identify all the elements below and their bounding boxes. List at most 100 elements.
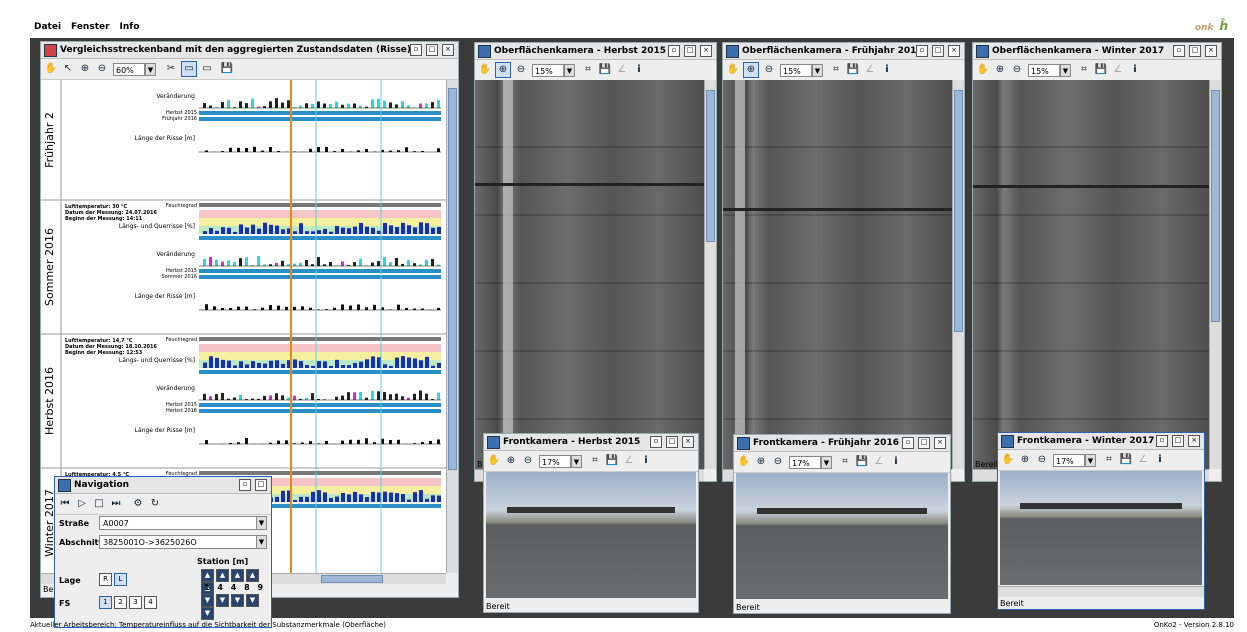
restore-icon[interactable]: ▫ <box>650 436 662 448</box>
arrow-down-icon[interactable]: ▼ <box>216 594 229 607</box>
zoom-in-icon[interactable]: ⊕ <box>495 62 511 78</box>
chevron-down-icon[interactable]: ▼ <box>1060 63 1071 77</box>
measure-icon[interactable]: ∠ <box>863 63 877 77</box>
close-icon[interactable]: × <box>442 44 454 56</box>
chevron-down-icon[interactable]: ▼ <box>1085 453 1096 467</box>
surface-image[interactable] <box>723 80 952 469</box>
skip-back-icon[interactable]: ⏮ <box>58 497 72 511</box>
close-icon[interactable]: × <box>1188 435 1200 447</box>
surface-vertical-scrollbar[interactable] <box>952 80 964 469</box>
lage-r-button[interactable]: R <box>99 573 112 586</box>
menu-info[interactable]: Info <box>120 22 140 32</box>
maximize-icon[interactable]: □ <box>918 437 930 449</box>
surface-titlebar[interactable]: Oberflächenkamera - Herbst 2015 ▫ □ × <box>475 43 716 60</box>
abschnitt-select[interactable]: 3825001O->3625026O <box>99 535 259 549</box>
measure-icon[interactable]: ∠ <box>622 454 636 468</box>
stop-icon[interactable]: □ <box>92 497 106 511</box>
fit-icon[interactable]: ⌗ <box>1077 63 1091 77</box>
info-icon[interactable]: i <box>1153 453 1167 467</box>
scrollbar-thumb[interactable] <box>954 90 963 332</box>
zoom-field[interactable]: 17% <box>789 455 821 469</box>
pointer-icon[interactable]: ↖ <box>61 62 75 76</box>
fit-icon[interactable]: ⌗ <box>588 454 602 468</box>
zoom-in-icon[interactable]: ⊕ <box>78 62 92 76</box>
chart-vertical-scrollbar[interactable] <box>446 80 458 573</box>
front-image[interactable] <box>486 472 696 598</box>
lage-l-button[interactable]: L <box>114 573 127 586</box>
hand-icon[interactable]: ✋ <box>976 63 990 77</box>
zoom-field[interactable]: 15% <box>1028 63 1060 77</box>
surface-titlebar[interactable]: Oberflächenkamera - Frühjahr 2016 ▫ □ × <box>723 43 964 60</box>
zoom-field[interactable]: 15% <box>532 63 564 77</box>
strasse-select[interactable]: A0007 <box>99 516 259 530</box>
restore-icon[interactable]: ▫ <box>239 479 251 491</box>
chevron-down-icon[interactable]: ▼ <box>256 516 267 530</box>
hand-icon[interactable]: ✋ <box>1001 453 1015 467</box>
fit-icon[interactable]: ⌗ <box>1102 453 1116 467</box>
maximize-icon[interactable]: □ <box>932 45 944 57</box>
skip-forward-icon[interactable]: ⏭ <box>109 497 123 511</box>
front-titlebar[interactable]: Frontkamera - Frühjahr 2016 ▫ □ × <box>734 435 950 452</box>
restore-icon[interactable]: ▫ <box>668 45 680 57</box>
hand-icon[interactable]: ✋ <box>44 62 58 76</box>
arrow-up-icon[interactable]: ▲ <box>246 569 259 582</box>
arrow-down-icon[interactable]: ▼ <box>201 594 214 607</box>
close-icon[interactable]: × <box>948 45 960 57</box>
zoom-out-icon[interactable]: ⊖ <box>771 455 785 469</box>
zoom-field[interactable]: 17% <box>539 454 571 468</box>
fs-1-button[interactable]: 1 <box>99 596 112 609</box>
zoom-out-icon[interactable]: ⊖ <box>1010 63 1024 77</box>
arrow-down-icon[interactable]: ▼ <box>231 594 244 607</box>
maximize-icon[interactable]: □ <box>666 436 678 448</box>
chevron-down-icon[interactable]: ▼ <box>571 454 582 468</box>
arrow-down-icon[interactable]: ▼ <box>246 594 259 607</box>
menu-datei[interactable]: Datei <box>34 22 61 32</box>
info-icon[interactable]: i <box>880 63 894 77</box>
play-icon[interactable]: ▷ <box>75 497 89 511</box>
hand-icon[interactable]: ✋ <box>487 454 501 468</box>
settings-icon[interactable]: ⚙ <box>131 497 145 511</box>
refresh-icon[interactable]: ↻ <box>148 497 162 511</box>
arrow-up-icon[interactable]: ▲ <box>201 569 214 582</box>
front-image[interactable] <box>736 473 948 599</box>
surface-image[interactable] <box>475 80 704 469</box>
zoom-out-icon[interactable]: ⊖ <box>762 63 776 77</box>
chevron-down-icon[interactable]: ▼ <box>145 62 156 76</box>
info-icon[interactable]: i <box>1128 63 1142 77</box>
surface-image[interactable] <box>973 80 1209 469</box>
hand-icon[interactable]: ✋ <box>478 63 492 77</box>
layout-icon[interactable]: ▭ <box>181 61 197 77</box>
save-icon[interactable]: 💾 <box>846 63 860 77</box>
measure-icon[interactable]: ∠ <box>872 455 886 469</box>
maximize-icon[interactable]: □ <box>1189 45 1201 57</box>
scrollbar-thumb[interactable] <box>706 90 715 242</box>
surface-vertical-scrollbar[interactable] <box>704 80 716 469</box>
save-icon[interactable]: 💾 <box>220 62 234 76</box>
zoom-field[interactable]: 60% <box>113 62 145 76</box>
info-icon[interactable]: i <box>889 455 903 469</box>
fs-3-button[interactable]: 3 <box>129 596 142 609</box>
fit-icon[interactable]: ⌗ <box>838 455 852 469</box>
zoom-in-icon[interactable]: ⊕ <box>1018 453 1032 467</box>
zoom-field[interactable]: 15% <box>780 63 812 77</box>
zoom-out-icon[interactable]: ⊖ <box>514 63 528 77</box>
zoom-out-icon[interactable]: ⊖ <box>95 62 109 76</box>
zoom-in-icon[interactable]: ⊕ <box>504 454 518 468</box>
maximize-icon[interactable]: □ <box>1172 435 1184 447</box>
close-icon[interactable]: × <box>682 436 694 448</box>
navigation-titlebar[interactable]: Navigation ▫ □ <box>55 477 271 494</box>
save-icon[interactable]: 💾 <box>1119 453 1133 467</box>
save-icon[interactable]: 💾 <box>855 455 869 469</box>
fs-2-button[interactable]: 2 <box>114 596 127 609</box>
zoom-out-icon[interactable]: ⊖ <box>1035 453 1049 467</box>
scrollbar-thumb[interactable] <box>321 575 383 583</box>
fit-icon[interactable]: ⌗ <box>581 63 595 77</box>
scrollbar-thumb[interactable] <box>1211 90 1220 322</box>
maximize-icon[interactable]: □ <box>684 45 696 57</box>
save-icon[interactable]: 💾 <box>605 454 619 468</box>
chart-window-titlebar[interactable]: Vergleichsstreckenband mit den aggregier… <box>41 42 458 59</box>
arrow-up-icon[interactable]: ▲ <box>231 569 244 582</box>
close-icon[interactable]: × <box>934 437 946 449</box>
front-titlebar[interactable]: Frontkamera - Herbst 2015 ▫ □ × <box>484 434 698 451</box>
front-horizontal-scrollbar[interactable] <box>998 586 1204 597</box>
